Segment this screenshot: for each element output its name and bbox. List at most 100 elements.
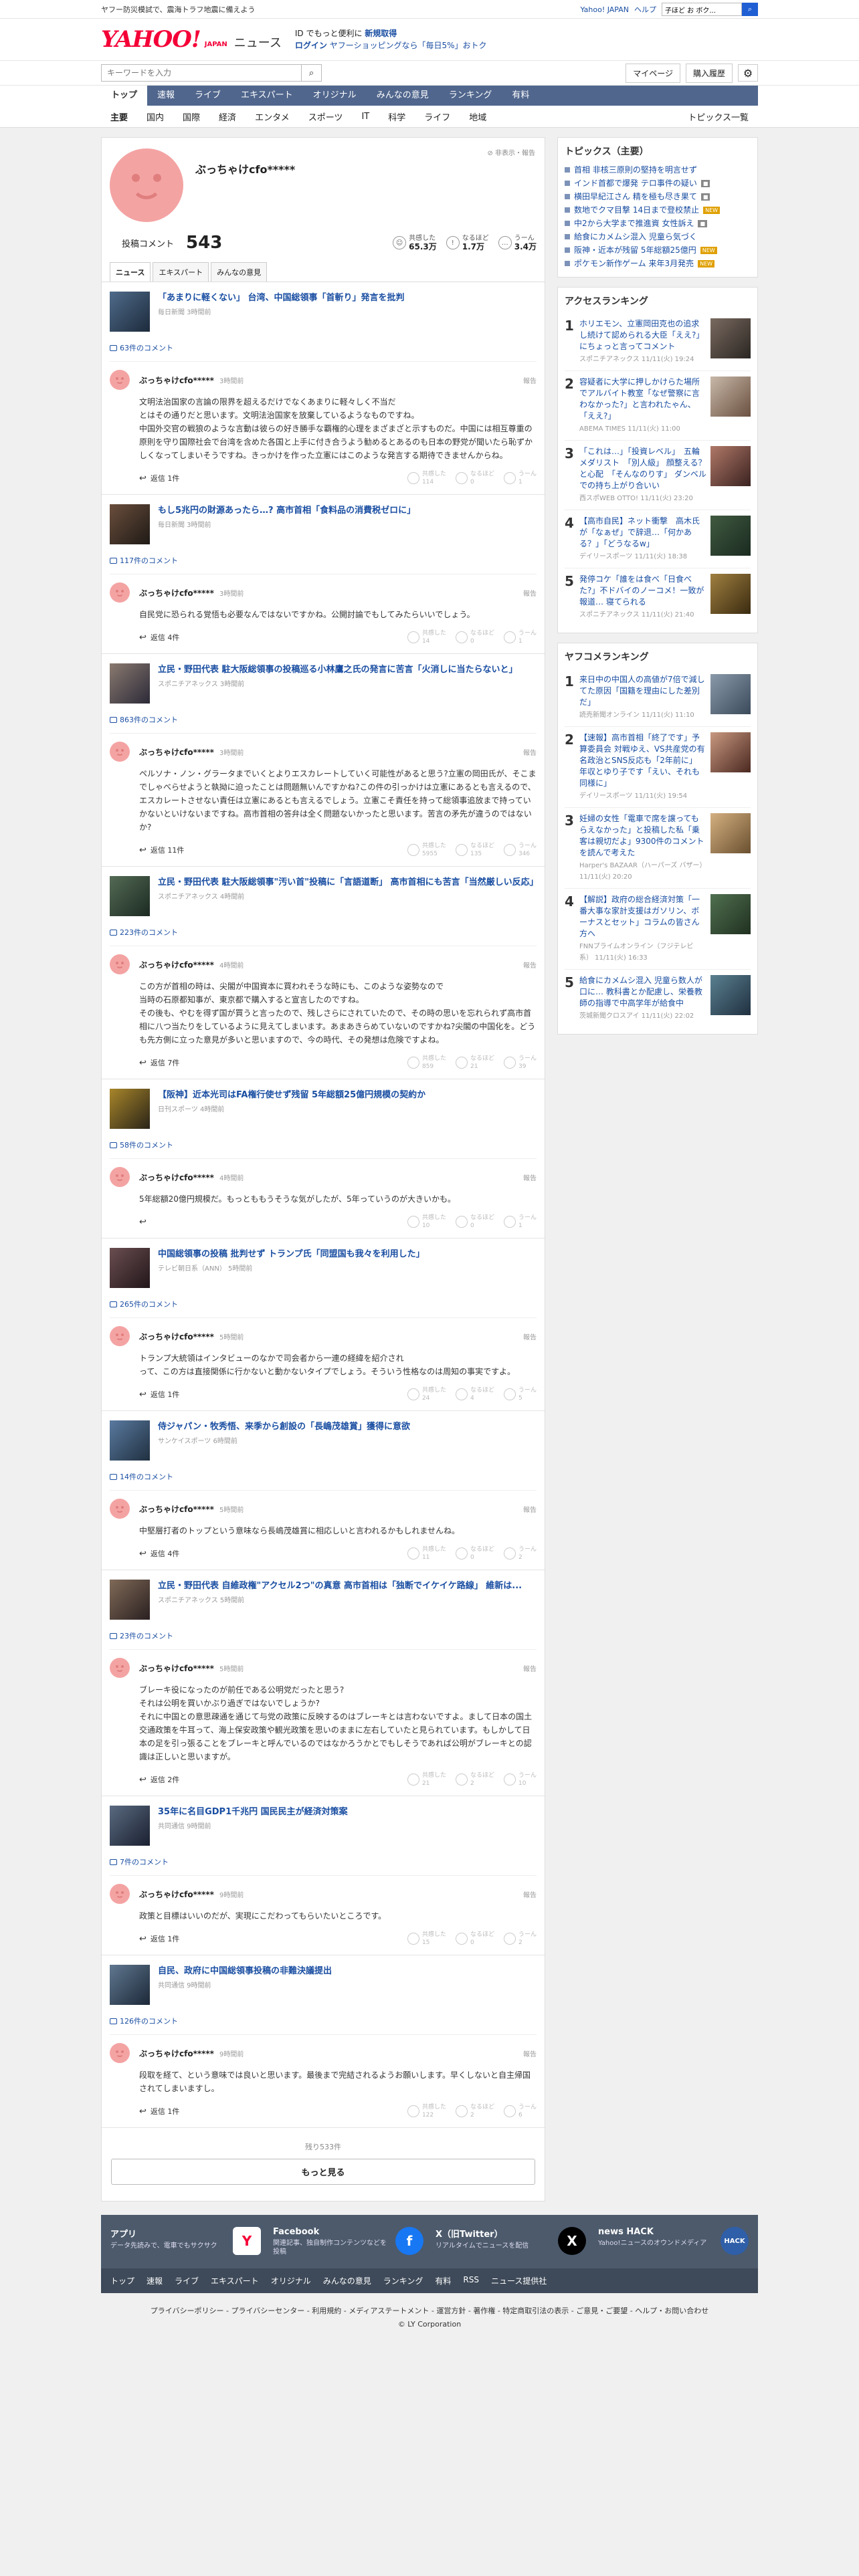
comment-user[interactable]: ぶっちゃけcfo***** (139, 959, 214, 970)
footer-nav-item[interactable]: 速報 (147, 2275, 163, 2286)
vote-empathy[interactable]: 共感した 15 (407, 1931, 446, 1947)
cat-science[interactable]: 科学 (379, 110, 415, 123)
report-link[interactable]: 報告 (523, 1172, 537, 1182)
comment-user[interactable]: ぶっちゃけcfo***** (139, 1662, 214, 1674)
ranking-title[interactable]: 発停コケ「誰をは食べ「日食べた?」不ドバイのノーコメ！一致が報道… 寝てられる (579, 574, 706, 608)
ranking-title[interactable]: ホリエモン、立憲岡田克也の追求し続けて認められる大臣「ええ?」にちょっと言ってコ… (579, 318, 706, 352)
ranking-title[interactable]: 【高市自民】ネット衝撃 高木氏が「なぁぜ」で辞退…「何かある？」「どうなるw」 (579, 516, 706, 550)
footer-nav-item[interactable]: オリジナル (271, 2275, 311, 2286)
reply-button[interactable]: ↩ (139, 1217, 151, 1227)
yahoo-japan-link[interactable]: Yahoo! JAPAN (580, 5, 629, 14)
reply-button[interactable]: ↩ 返信 2件 (139, 1774, 179, 1785)
vote-empathy[interactable]: 共感した 11 (407, 1545, 446, 1562)
topic-item[interactable]: インド首都で爆発 テロ事件の疑い ■ (565, 177, 751, 190)
login-link[interactable]: ログイン (295, 41, 327, 50)
ranking-item[interactable]: 3 妊婦の女性「電車で席を譲ってもらえなかった」と投稿した私「乗客は親切だよ」93… (565, 807, 751, 888)
reply-button[interactable]: ↩ 返信 4件 (139, 1548, 179, 1559)
vote-empathy[interactable]: 共感した 24 (407, 1386, 446, 1402)
vote-insight[interactable]: なるほど 4 (455, 1386, 494, 1402)
comment-user[interactable]: ぶっちゃけcfo***** (139, 1331, 214, 1342)
vote-insight[interactable]: なるほど 2 (455, 2103, 494, 2119)
ranking-item[interactable]: 2 【速報】高市首相「終了です」予算委員会 対戦ゆえ、VS共産党の有名政治とSNS… (565, 726, 751, 807)
article-title[interactable]: 【阪神】近本光司はFA権行使せず残留 5年総額25億円規模の契約か (158, 1089, 425, 1101)
vote-empathy[interactable]: 共感した 114 (407, 470, 446, 486)
nav-original[interactable]: オリジナル (303, 86, 367, 106)
article-title[interactable]: もし5兆円の財源あったら…? 高市首相「食料品の消費税ゼロに」 (158, 504, 415, 517)
article-title[interactable]: 立民・野田代表 自維政権"アクセル2つ"の真意 高市首相は「独断でイケイケ路線」… (158, 1580, 522, 1592)
comment-user[interactable]: ぶっちゃけcfo***** (139, 1503, 214, 1515)
article-link[interactable]: 中国総領事の投稿 批判せず トランプ氏「同盟国も我々を利用した」 テレビ朝日系（A… (110, 1248, 537, 1288)
search-icon[interactable]: ⌕ (742, 3, 758, 16)
signup-link[interactable]: 新規取得 (365, 29, 397, 38)
vote-hmm[interactable]: うーん 39 (503, 1055, 537, 1071)
footer-nav-item[interactable]: ランキング (383, 2275, 423, 2286)
ranking-title[interactable]: 【速報】高市首相「終了です」予算委員会 対戦ゆえ、VS共産党の有名政治とSNS反… (579, 732, 706, 789)
search-icon[interactable]: ⌕ (302, 64, 322, 82)
vote-empathy[interactable]: 共感した 10 (407, 1214, 446, 1230)
cat-entertainment[interactable]: エンタメ (246, 110, 299, 123)
load-more-button[interactable]: もっと見る (111, 2159, 535, 2185)
purchase-history-button[interactable]: 購入履歴 (685, 63, 733, 83)
cat-life[interactable]: ライフ (415, 110, 460, 123)
topic-item[interactable]: 横田早紀江さん 精を極も尽き果て ■ (565, 190, 751, 203)
hide-report-link[interactable]: ⊘ 非表示・報告 (487, 147, 535, 157)
footer-facebook[interactable]: Facebook 関連記事、独自制作コンテンツなどを投稿 f (273, 2227, 423, 2256)
article-link[interactable]: 立民・野田代表 自維政権"アクセル2つ"の真意 高市首相は「独断でイケイケ路線」… (110, 1580, 537, 1620)
comment-count-link[interactable]: 126件のコメント (110, 2016, 537, 2026)
topic-item[interactable]: 中2から大学まで推進資 女性訴え ■ (565, 217, 751, 230)
article-title[interactable]: 立民・野田代表 駐大阪総領事の投稿巡る小林鷹之氏の発言に苦言「火消しに当たらない… (158, 663, 518, 676)
comment-count-link[interactable]: 117件のコメント (110, 555, 537, 566)
reply-button[interactable]: ↩ 返信 1件 (139, 1933, 179, 1944)
topic-item[interactable]: 阪神・近本が残留 5年総額25億円 NEW (565, 243, 751, 257)
article-link[interactable]: 【阪神】近本光司はFA権行使せず残留 5年総額25億円規模の契約か 日刊スポーツ … (110, 1089, 537, 1129)
vote-hmm[interactable]: うーん 10 (503, 1772, 537, 1788)
cat-it[interactable]: IT (352, 112, 379, 122)
footer-nav-item[interactable]: トップ (110, 2275, 134, 2286)
article-title[interactable]: 立民・野田代表 駐大阪総領事"汚い首"投稿に「言語道断」 高市首相にも苦言「当然… (158, 876, 539, 889)
nav-ranking[interactable]: ランキング (439, 86, 502, 106)
vote-hmm[interactable]: うーん 346 (503, 842, 537, 858)
report-link[interactable]: 報告 (523, 375, 537, 385)
article-link[interactable]: 立民・野田代表 駐大阪総領事"汚い首"投稿に「言語道断」 高市首相にも苦言「当然… (110, 876, 539, 916)
topic-item[interactable]: ポケモン新作ゲーム 来年3月発売 NEW (565, 257, 751, 270)
tab-news[interactable]: ニュース (110, 262, 151, 282)
reply-button[interactable]: ↩ 返信 4件 (139, 632, 179, 643)
reply-button[interactable]: ↩ 返信 1件 (139, 473, 179, 484)
ranking-item[interactable]: 5 給食にカメムシ混入 児童ら数人が口に… 教科書とか配慮し、栄養教師の指導で中高… (565, 969, 751, 1027)
reply-button[interactable]: ↩ 返信 11件 (139, 845, 184, 855)
footer-nav-item[interactable]: みんなの意見 (323, 2275, 371, 2286)
topic-item[interactable]: 数地でクマ目撃 14日まで登校禁止 NEW (565, 203, 751, 217)
report-link[interactable]: 報告 (523, 1331, 537, 1341)
article-link[interactable]: 侍ジャパン・牧秀悟、来季から創設の「長嶋茂雄賞」獲得に意欲 サンケイスポーツ 6時… (110, 1420, 537, 1461)
report-link[interactable]: 報告 (523, 1889, 537, 1899)
vote-hmm[interactable]: うーん 1 (503, 629, 537, 645)
ranking-title[interactable]: 容疑者に大学に押しかけらた場所でアルバイト教室「なぜ警察に言わなかった?」と言わ… (579, 377, 706, 422)
vote-empathy[interactable]: 共感した 14 (407, 629, 446, 645)
disaster-drill-link[interactable]: ヤフー防災模試で、震海トラフ地震に備えよう (101, 4, 256, 15)
article-title[interactable]: 35年に名目GDP1千兆円 国民民主が経済対策案 (158, 1806, 348, 1818)
vote-insight[interactable]: なるほど 21 (455, 1055, 494, 1071)
article-link[interactable]: もし5兆円の財源あったら…? 高市首相「食料品の消費税ゼロに」 毎日新聞 3時間前 (110, 504, 537, 544)
nav-breaking[interactable]: 速報 (147, 86, 185, 106)
topics-list-link[interactable]: トピックス一覧 (678, 110, 758, 123)
web-search-input[interactable] (662, 3, 742, 16)
comment-count-link[interactable]: 14件のコメント (110, 1471, 537, 1482)
tab-opinions[interactable]: みんなの意見 (211, 262, 268, 282)
nav-live[interactable]: ライブ (185, 86, 231, 106)
article-title[interactable]: 侍ジャパン・牧秀悟、来季から創設の「長嶋茂雄賞」獲得に意欲 (158, 1420, 410, 1433)
ranking-item[interactable]: 1 ホリエモン、立憲岡田克也の追求し続けて認められる大臣「ええ?」にちょっと言って… (565, 313, 751, 370)
ranking-title[interactable]: 妊婦の女性「電車で席を譲ってもらえなかった」と投稿した私「乗客は親切だよ」930… (579, 813, 706, 859)
comment-user[interactable]: ぶっちゃけcfo***** (139, 374, 214, 386)
ranking-item[interactable]: 4 【解説】政府の総合経済対策「一番大事な家計支援はガソリン、ボーナスとセット」コ… (565, 888, 751, 969)
shopping-promo-link[interactable]: ヤフーショッピングなら「毎日5%」おトク (330, 41, 487, 50)
article-title[interactable]: 「あまりに軽くない」 台湾、中国総領事「首斬り」発言を批判 (158, 292, 405, 304)
gear-icon[interactable]: ⚙ (738, 64, 758, 82)
article-title[interactable]: 自民、政府に中国総領事投稿の非難決議提出 (158, 1965, 332, 1977)
comment-count-link[interactable]: 265件のコメント (110, 1299, 537, 1309)
footer-nav-item[interactable]: 有料 (435, 2275, 451, 2286)
topic-item[interactable]: 首相 非核三原則の堅持を明言せず (565, 163, 751, 177)
ranking-item[interactable]: 5 発停コケ「誰をは食べ「日食べた?」不ドバイのノーコメ！一致が報道… 寝てられる… (565, 568, 751, 626)
ranking-title[interactable]: 来日中の中国人の高値が7倍で減してた原因「国籍を理由にした差別だ」 (579, 674, 706, 708)
vote-empathy[interactable]: 共感した 859 (407, 1055, 446, 1071)
vote-insight[interactable]: なるほど 0 (455, 1931, 494, 1947)
